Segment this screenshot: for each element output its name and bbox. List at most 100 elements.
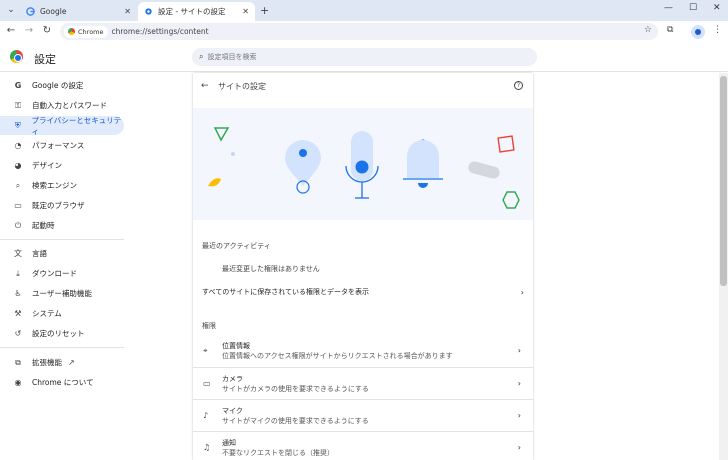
search-input[interactable] bbox=[207, 53, 508, 61]
tab-google[interactable]: Google ✕ bbox=[20, 2, 137, 21]
location-pin-icon: ⌖ bbox=[203, 346, 208, 355]
settings-sidebar: G Google の設定 ⚿ 自動入力とパスワード ⛨ プライバシーとセキュリテ… bbox=[0, 72, 190, 460]
chevron-right-icon: › bbox=[517, 346, 521, 355]
chevron-right-icon: › bbox=[517, 379, 521, 388]
site-info-chip[interactable]: Chrome bbox=[64, 25, 108, 38]
sidebar-item-appearance[interactable]: ◕ デザイン bbox=[0, 156, 124, 175]
chevron-right-icon: › bbox=[517, 443, 521, 452]
triangle-shape bbox=[213, 127, 230, 142]
browser-toolbar: ← → ↻ Chrome chrome://settings/content ☆… bbox=[0, 21, 728, 42]
sidebar-item-languages[interactable]: 文 言語 bbox=[0, 244, 124, 263]
permission-description: 不要なリクエストを閉じる（推奨） bbox=[222, 449, 334, 457]
more-menu-icon[interactable]: ⋮ bbox=[713, 25, 722, 35]
forward-arrow-icon[interactable]: → bbox=[23, 25, 35, 36]
palette-icon: ◕ bbox=[14, 161, 22, 170]
tab-strip: ⌄ Google ✕ 設定 - サイトの設定 ✕ + — ☐ ✕ bbox=[0, 0, 728, 21]
chrome-logo-icon bbox=[10, 50, 23, 63]
bell-icon: ♫ bbox=[203, 443, 211, 452]
permission-description: サイトがカメラの使用を要求できるようにする bbox=[222, 385, 369, 393]
profile-avatar-icon[interactable] bbox=[691, 25, 705, 39]
sidebar-divider bbox=[0, 239, 124, 240]
accessibility-icon: ♿ bbox=[14, 289, 22, 298]
pill-shape bbox=[468, 161, 500, 179]
page-title: 設定 bbox=[34, 53, 56, 66]
url-text[interactable]: chrome://settings/content bbox=[112, 27, 209, 36]
settings-header: 設定 ⌕ bbox=[0, 42, 728, 72]
permissions-heading: 権限 bbox=[202, 322, 216, 330]
sidebar-item-privacy[interactable]: ⛨ プライバシーとセキュリティ bbox=[0, 116, 124, 136]
sidebar-item-extensions[interactable]: ⧉ 拡張機能 ↗ bbox=[0, 353, 124, 372]
permission-title: 位置情報 bbox=[222, 342, 250, 350]
sidebar-item-on-startup[interactable]: ⏻ 起動時 bbox=[0, 216, 124, 235]
download-icon: ⤓ bbox=[16, 268, 20, 278]
recent-activity-heading: 最近のアクティビティ bbox=[202, 242, 271, 250]
help-icon[interactable]: ? bbox=[514, 81, 523, 90]
minimize-icon[interactable]: — bbox=[664, 3, 673, 13]
puzzle-icon: ⧉ bbox=[15, 357, 21, 367]
permission-description: サイトがマイクの使用を要求できるようにする bbox=[222, 417, 369, 425]
permission-row-location[interactable]: ⌖ 位置情報 位置情報へのアクセス権限がサイトからリクエストされる場合があります… bbox=[193, 335, 533, 367]
close-window-icon[interactable]: ✕ bbox=[713, 3, 721, 13]
illustration-graphic bbox=[208, 127, 520, 209]
new-tab-plus-icon[interactable]: + bbox=[260, 4, 269, 17]
shield-icon: ⛨ bbox=[14, 120, 21, 130]
permission-title: 通知 bbox=[222, 439, 236, 447]
tab-search-chevron-icon[interactable]: ⌄ bbox=[4, 3, 18, 17]
address-bar[interactable]: Chrome chrome://settings/content ☆ bbox=[60, 23, 658, 40]
sidebar-item-system[interactable]: ⚒ システム bbox=[0, 304, 124, 323]
sidebar-item-reset[interactable]: ↺ 設定のリセット bbox=[0, 324, 124, 343]
speedometer-icon: ◔ bbox=[14, 141, 22, 150]
camera-icon: ▭ bbox=[203, 379, 211, 388]
tab-settings[interactable]: 設定 - サイトの設定 ✕ bbox=[138, 2, 255, 21]
sidebar-item-default-browser[interactable]: ▭ 既定のブラウザ bbox=[0, 196, 124, 215]
no-recent-changes-text: 最近変更した権限はありません bbox=[222, 265, 320, 273]
bell-illustration bbox=[403, 139, 443, 188]
subpage-title: サイトの設定 bbox=[218, 82, 266, 91]
close-tab-icon[interactable]: ✕ bbox=[124, 7, 131, 16]
reload-icon[interactable]: ↻ bbox=[41, 25, 53, 36]
search-icon: ⌕ bbox=[15, 180, 21, 190]
gear-icon bbox=[145, 8, 152, 15]
maximize-icon[interactable]: ☐ bbox=[689, 3, 697, 13]
sidebar-item-autofill[interactable]: ⚿ 自動入力とパスワード bbox=[0, 96, 124, 115]
sidebar-item-google-settings[interactable]: G Google の設定 bbox=[0, 76, 124, 95]
permission-title: マイク bbox=[222, 407, 243, 415]
permission-title: カメラ bbox=[222, 375, 243, 383]
tab-title: Google bbox=[40, 7, 67, 16]
sidebar-item-accessibility[interactable]: ♿ ユーザー補助機能 bbox=[0, 284, 124, 303]
google-g-icon: G bbox=[14, 81, 22, 90]
extensions-puzzle-icon[interactable]: ⧉ bbox=[667, 25, 673, 35]
chip-label: Chrome bbox=[78, 27, 104, 36]
permission-row-camera[interactable]: ▭ カメラ サイトがカメラの使用を要求できるようにする › bbox=[193, 367, 533, 399]
permission-row-notifications[interactable]: ♫ 通知 不要なリクエストを閉じる（推奨） › bbox=[193, 431, 533, 460]
search-icon: ⌕ bbox=[199, 52, 204, 61]
chrome-icon: ◉ bbox=[14, 378, 22, 387]
dot-shape bbox=[231, 152, 235, 156]
square-shape bbox=[497, 135, 515, 153]
settings-search[interactable]: ⌕ bbox=[192, 48, 537, 66]
chrome-icon bbox=[68, 28, 75, 35]
power-icon: ⏻ bbox=[14, 220, 22, 230]
browser-window-icon: ▭ bbox=[14, 201, 22, 210]
permission-row-microphone[interactable]: ♪ マイク サイトがマイクの使用を要求できるようにする › bbox=[193, 399, 533, 431]
site-settings-illustration bbox=[193, 108, 533, 220]
chevron-right-icon: › bbox=[520, 287, 524, 297]
sidebar-item-performance[interactable]: ◔ パフォーマンス bbox=[0, 136, 124, 155]
tab-title: 設定 - サイトの設定 bbox=[158, 7, 226, 16]
close-tab-icon[interactable]: ✕ bbox=[242, 7, 249, 16]
hexagon-shape bbox=[502, 191, 520, 209]
sidebar-item-about-chrome[interactable]: ◉ Chrome について bbox=[0, 373, 124, 392]
location-pin-illustration bbox=[285, 140, 321, 194]
view-all-permissions-link[interactable]: すべてのサイトに保存されている権限とデータを表示 › bbox=[193, 281, 533, 303]
key-icon: ⚿ bbox=[14, 100, 22, 110]
sidebar-item-downloads[interactable]: ⤓ ダウンロード bbox=[0, 264, 124, 283]
page-scrollbar-thumb[interactable] bbox=[720, 76, 727, 286]
sidebar-divider bbox=[0, 347, 124, 348]
sidebar-item-search-engine[interactable]: ⌕ 検索エンジン bbox=[0, 176, 124, 195]
translate-icon: 文 bbox=[14, 249, 22, 258]
back-arrow-icon[interactable]: ← bbox=[201, 81, 209, 91]
back-arrow-icon[interactable]: ← bbox=[5, 25, 17, 36]
bookmark-star-icon[interactable]: ☆ bbox=[644, 25, 652, 35]
external-link-icon: ↗ bbox=[68, 358, 75, 367]
microphone-icon: ♪ bbox=[203, 411, 209, 420]
